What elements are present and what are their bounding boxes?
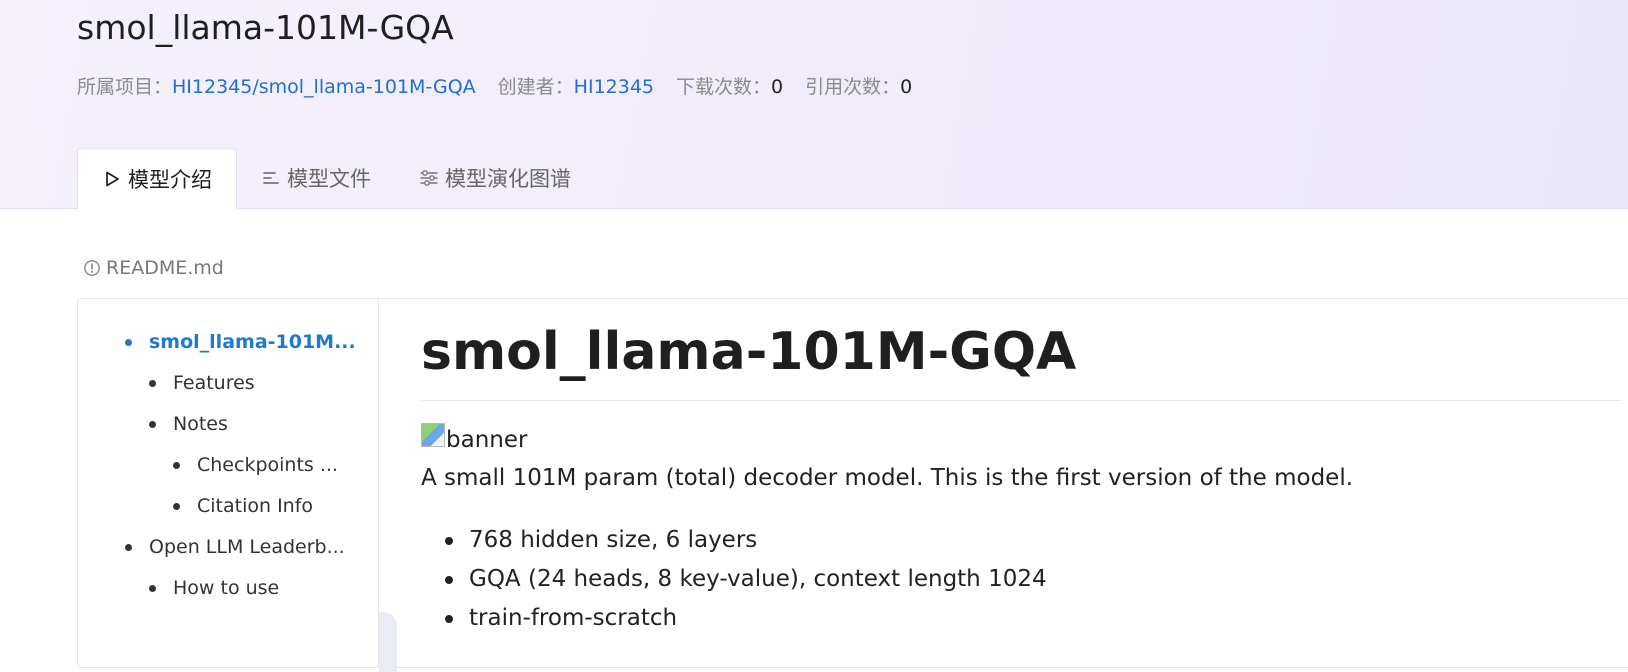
tab-label: 模型文件 — [287, 167, 371, 191]
features-list: 768 hidden size, 6 layers GQA (24 heads,… — [421, 521, 1047, 638]
toc-item-title[interactable]: smol_llama-101M... — [125, 331, 356, 353]
info-circle-icon — [83, 259, 101, 277]
table-of-contents: smol_llama-101M... Features Notes Checkp… — [78, 299, 379, 667]
readme-container: smol_llama-101M... Features Notes Checkp… — [77, 298, 1628, 672]
citations-label: 引用次数： — [805, 76, 901, 98]
creator-link[interactable]: HI12345 — [574, 72, 654, 102]
toc-item-how-to-use[interactable]: How to use — [149, 577, 279, 599]
sliders-icon — [419, 168, 439, 188]
readme-label: README.md — [106, 257, 224, 279]
broken-image-icon — [421, 423, 445, 447]
toc-item-features[interactable]: Features — [149, 372, 255, 394]
tab-model-files[interactable]: 模型文件 — [237, 148, 395, 208]
toc-collapse-handle[interactable] — [379, 612, 397, 672]
tab-model-evolution[interactable]: 模型演化图谱 — [395, 148, 595, 208]
file-lines-icon — [261, 168, 281, 188]
list-item: GQA (24 heads, 8 key-value), context len… — [421, 560, 1047, 599]
project-link[interactable]: HI12345/smol_llama-101M-GQA — [172, 72, 476, 102]
banner-alt-text: banner — [446, 427, 528, 453]
intro-paragraph: A small 101M param (total) decoder model… — [421, 465, 1354, 491]
model-tabs: 模型介绍 模型文件 模型演化图谱 — [77, 148, 595, 209]
creator-label: 创建者： — [497, 76, 574, 98]
citations-count: 0 — [900, 76, 913, 98]
tab-model-intro[interactable]: 模型介绍 — [77, 148, 237, 209]
toc-item-notes[interactable]: Notes — [149, 413, 228, 435]
play-triangle-icon — [102, 169, 122, 189]
banner-image: banner — [421, 423, 528, 453]
readme-filename: README.md — [83, 257, 224, 279]
heading-divider — [421, 400, 1621, 401]
toc-item-checkpoints[interactable]: Checkpoints ... — [173, 454, 338, 476]
downloads-label: 下载次数： — [676, 76, 772, 98]
page-header: smol_llama-101M-GQA 所属项目： HI12345/smol_l… — [0, 0, 1628, 209]
project-label: 所属项目： — [77, 76, 173, 98]
toc-item-open-llm-leaderboard[interactable]: Open LLM Leaderb... — [125, 536, 345, 558]
model-title: smol_llama-101M-GQA — [77, 8, 454, 47]
toc-item-citation-info[interactable]: Citation Info — [173, 495, 313, 517]
list-item: 768 hidden size, 6 layers — [421, 521, 1047, 560]
downloads-count: 0 — [771, 76, 784, 98]
readme-heading: smol_llama-101M-GQA — [421, 322, 1077, 382]
tab-label: 模型介绍 — [128, 167, 212, 192]
tab-label: 模型演化图谱 — [445, 167, 571, 191]
readme-content: smol_llama-101M-GQA banner A small 101M … — [421, 299, 1628, 667]
model-meta: 所属项目： HI12345/smol_llama-101M-GQA 创建者： H… — [77, 72, 912, 102]
list-item: train-from-scratch — [421, 599, 1047, 638]
